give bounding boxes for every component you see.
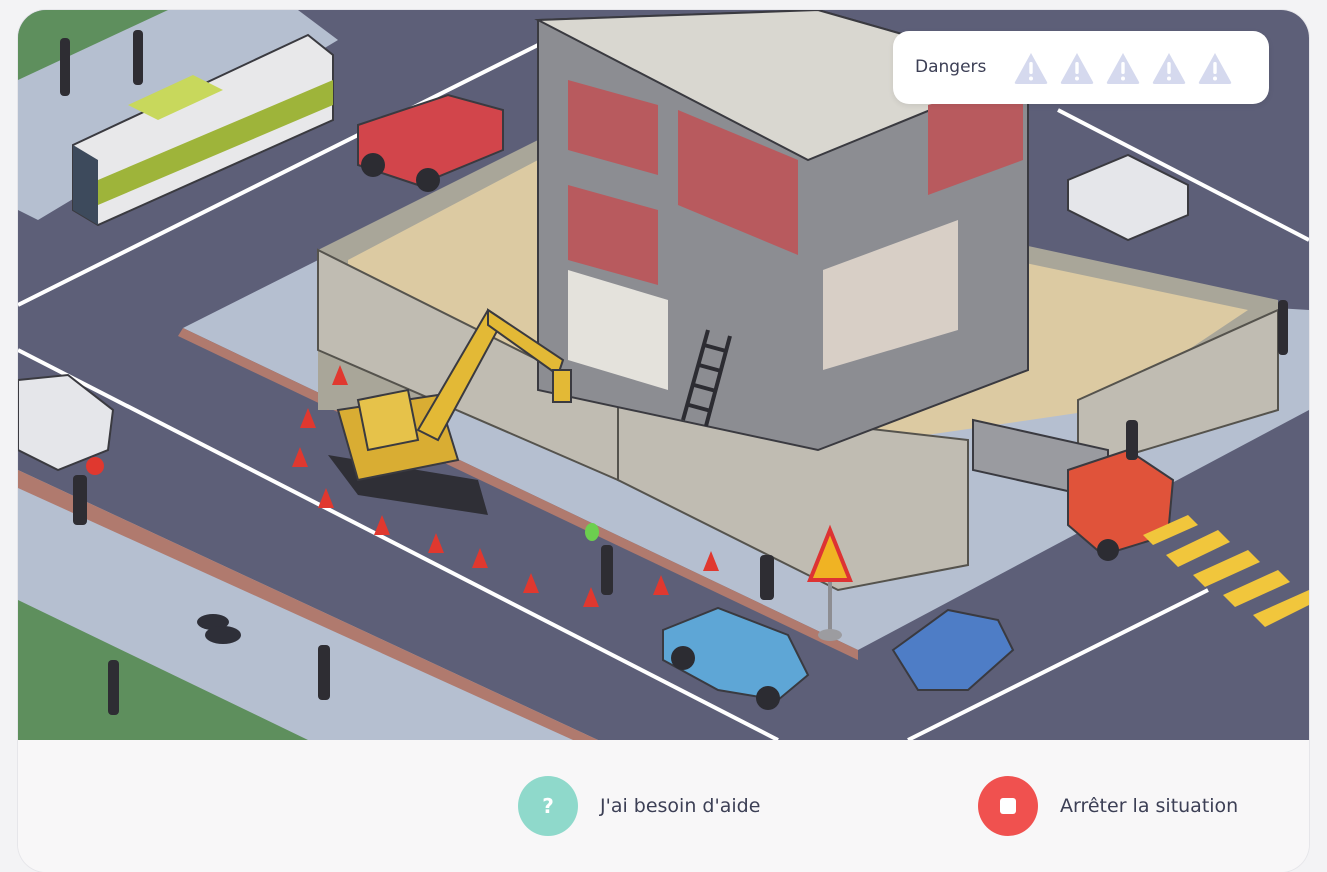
help-icon[interactable]: ? (518, 776, 578, 836)
stop-situation-button[interactable]: Arrêter la situation (978, 776, 1238, 836)
manhole-cover-2[interactable] (205, 626, 241, 644)
help-button[interactable]: ? J'ai besoin d'aide (518, 776, 760, 836)
question-mark-glyph: ? (542, 794, 554, 818)
scene-illustration[interactable] (18, 10, 1309, 740)
game-frame: Dangers ? J'ai besoin d'aide Arrêter la … (18, 10, 1309, 872)
stop-paddle[interactable] (86, 457, 104, 475)
dangers-counter: Dangers (893, 31, 1269, 104)
stop-square-icon (1000, 798, 1016, 814)
danger-icons (1013, 51, 1233, 85)
stop-icon[interactable] (978, 776, 1038, 836)
warning-icon (1198, 53, 1232, 84)
construction-site-scene[interactable] (18, 10, 1309, 740)
help-button-label[interactable]: J'ai besoin d'aide (600, 795, 760, 817)
warning-icon (1060, 53, 1094, 84)
dangers-label: Dangers (915, 57, 987, 77)
go-paddle[interactable] (585, 523, 599, 541)
warning-icon (1014, 53, 1048, 84)
action-bar: ? J'ai besoin d'aide Arrêter la situatio… (18, 740, 1309, 872)
stop-button-label[interactable]: Arrêter la situation (1060, 795, 1238, 817)
warning-icon (1152, 53, 1186, 84)
warning-icon (1106, 53, 1140, 84)
